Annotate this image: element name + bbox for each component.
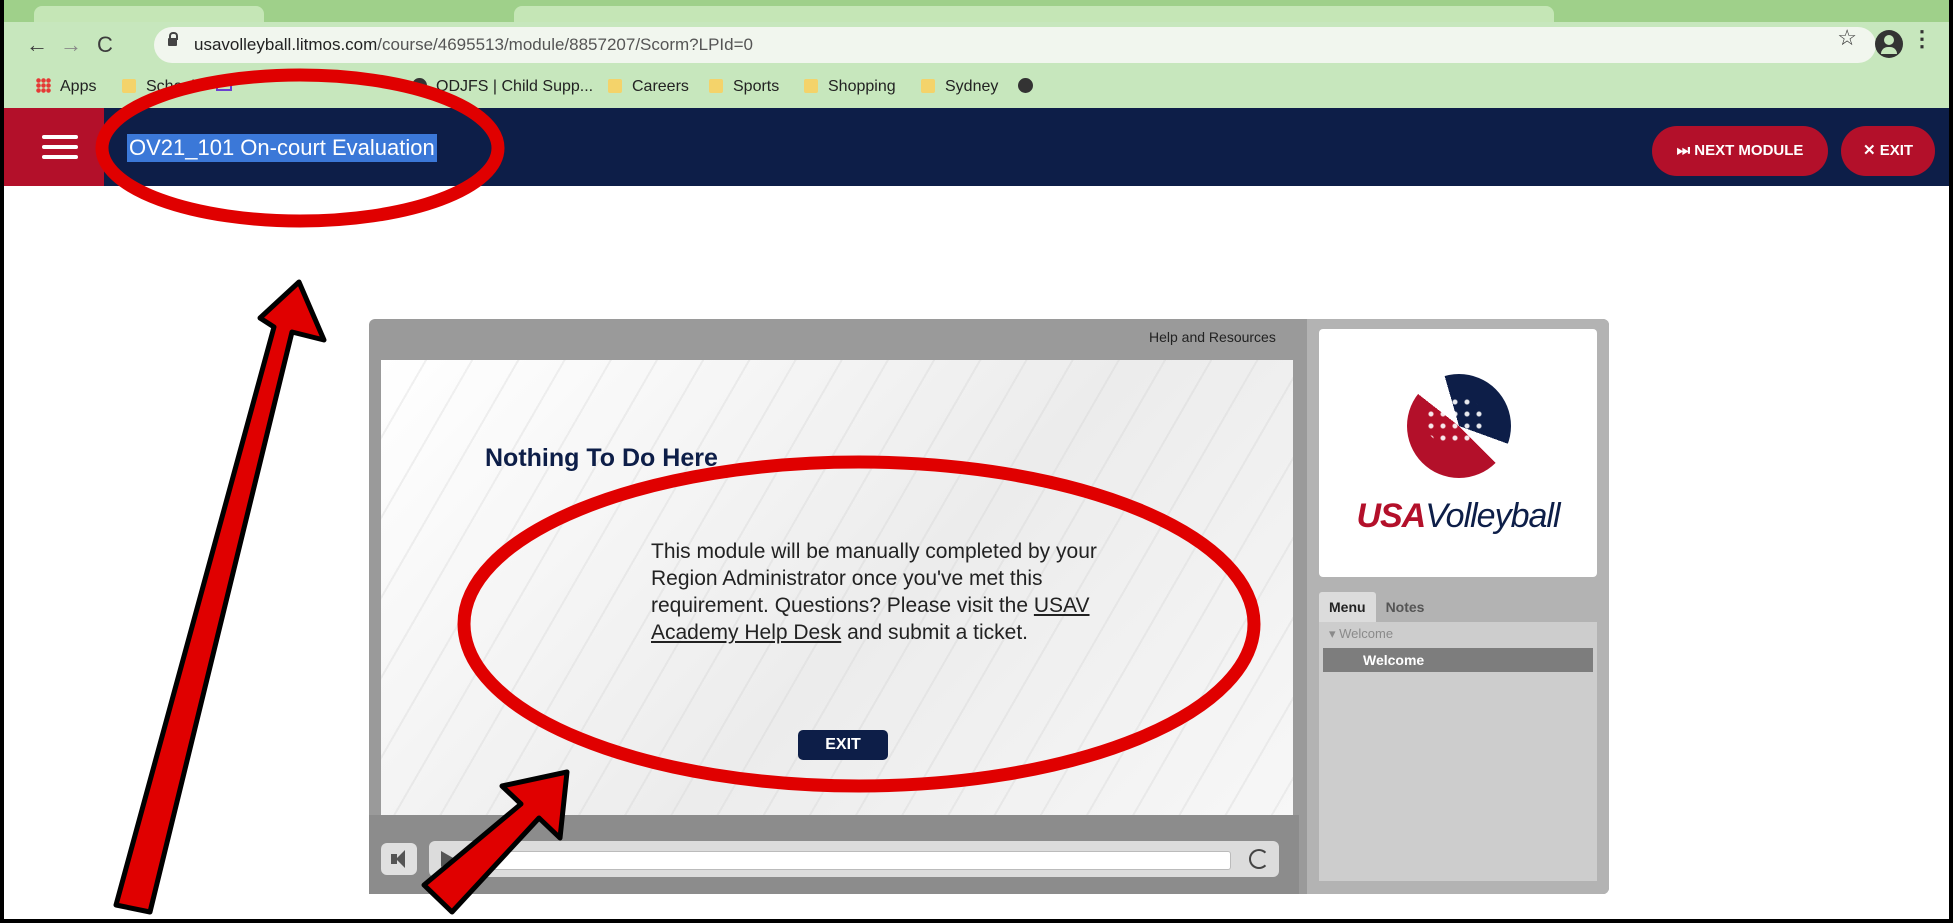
browser-menu-icon[interactable]: ⋮ [1911,26,1933,52]
play-icon[interactable] [441,851,455,867]
slide-heading: Nothing To Do Here [485,444,718,472]
tab-menu[interactable]: Menu [1319,592,1376,622]
help-and-resources-link[interactable]: Help and Resources [1149,329,1276,345]
bookmark-odjfs[interactable]: ODJFS | Child Supp... [412,78,593,96]
usa-volleyball-logo: USAVolleyball [1319,329,1597,577]
player-sidebar: USAVolleyball Menu Notes ▾ Welcome Welcom… [1307,319,1609,894]
replay-icon[interactable] [1249,849,1269,869]
url-text: usavolleyball.litmos.com/course/4695513/… [194,35,753,55]
browser-toolbar: ← → C usavolleyball.litmos.com/course/46… [4,22,1949,68]
globe-icon [1018,78,1033,93]
hamburger-menu-button[interactable] [4,108,104,186]
folder-icon [122,79,136,93]
browser-tab[interactable] [34,6,264,22]
brand-volleyball: Volleyball [1425,497,1560,535]
bookmark-shopping[interactable]: Shopping [804,78,896,96]
reload-icon[interactable]: C [92,32,118,58]
bookmark-sydney[interactable]: Sydney [921,78,998,96]
bookmark-globe[interactable] [1018,78,1042,96]
mail-icon [216,80,232,91]
bookmark-label: Careers [632,78,689,95]
lock-icon [168,32,178,46]
bookmark-email[interactable] [216,78,240,96]
bookmark-label: ODJFS | Child Supp... [436,78,594,95]
brand-usa: USA [1356,497,1426,535]
menu-group-label: Welcome [1339,626,1394,641]
folder-icon [804,79,818,93]
bookmark-label: Shopping [828,78,896,95]
slide-body-text: and submit a ticket. [841,621,1029,644]
bookmark-sports[interactable]: Sports [709,78,779,96]
screenshot-frame: ← → C usavolleyball.litmos.com/course/46… [0,0,1953,923]
annotation-arrow-title [113,279,327,915]
tab-notes[interactable]: Notes [1376,592,1435,622]
account-icon[interactable] [1875,30,1903,58]
url-path: /course/4695513/module/8857207/Scorm?LPI… [377,35,753,54]
browser-tab-active[interactable] [514,6,1554,22]
exit-button[interactable]: ✕ EXIT [1841,126,1935,176]
playback-controls [369,815,1299,894]
bookmark-school[interactable]: School [122,78,195,96]
bookmark-label: School [146,78,195,95]
next-module-button[interactable]: ⏭ NEXT MODULE [1652,126,1828,176]
browser-tab-strip [4,0,1949,22]
slide-body: This module will be manually completed b… [651,538,1101,646]
bookmark-careers[interactable]: Careers [608,78,689,96]
slide-content: Nothing To Do Here This module will be m… [381,360,1293,815]
hamburger-icon [42,155,78,159]
bookmark-star-icon[interactable]: ☆ [1837,25,1857,51]
menu-item-welcome[interactable]: Welcome [1323,648,1593,672]
bookmark-label: Sydney [945,78,999,95]
globe-icon [412,78,427,93]
course-header: OV21_101 On-court Evaluation ⏭ NEXT MODU… [4,108,1949,186]
folder-icon [709,79,723,93]
bookmarks-bar: Apps School ODJFS | Child Supp... Career… [4,68,1949,108]
slide-exit-button[interactable]: EXIT [798,730,888,760]
volleyball-logo-icon [1407,374,1511,478]
menu-panel: ▾ Welcome Welcome [1319,622,1597,881]
bookmark-label: Apps [60,78,97,95]
volume-icon[interactable] [381,843,417,875]
bookmark-apps[interactable]: Apps [36,78,96,96]
course-player: Help and Resources Nothing To Do Here Th… [369,319,1609,894]
back-arrow-icon[interactable]: ← [24,32,50,58]
url-host: usavolleyball.litmos.com [194,35,378,54]
brand-wordmark: USAVolleyball [1319,497,1597,536]
sidebar-tabs: Menu Notes [1319,592,1434,622]
apps-grid-icon [36,78,51,93]
bookmark-label: Sports [733,78,780,95]
course-title: OV21_101 On-court Evaluation [127,134,437,162]
folder-icon [608,79,622,93]
hamburger-icon [42,135,78,139]
slide-body-text: This module will be manually completed b… [651,540,1097,617]
menu-group-welcome[interactable]: ▾ Welcome [1329,626,1393,642]
folder-icon [921,79,935,93]
hamburger-icon [42,145,78,149]
seek-bar-container [429,841,1279,877]
forward-arrow-icon[interactable]: → [58,32,84,58]
seek-bar[interactable] [469,851,1231,870]
address-bar[interactable]: usavolleyball.litmos.com/course/4695513/… [154,27,1876,63]
